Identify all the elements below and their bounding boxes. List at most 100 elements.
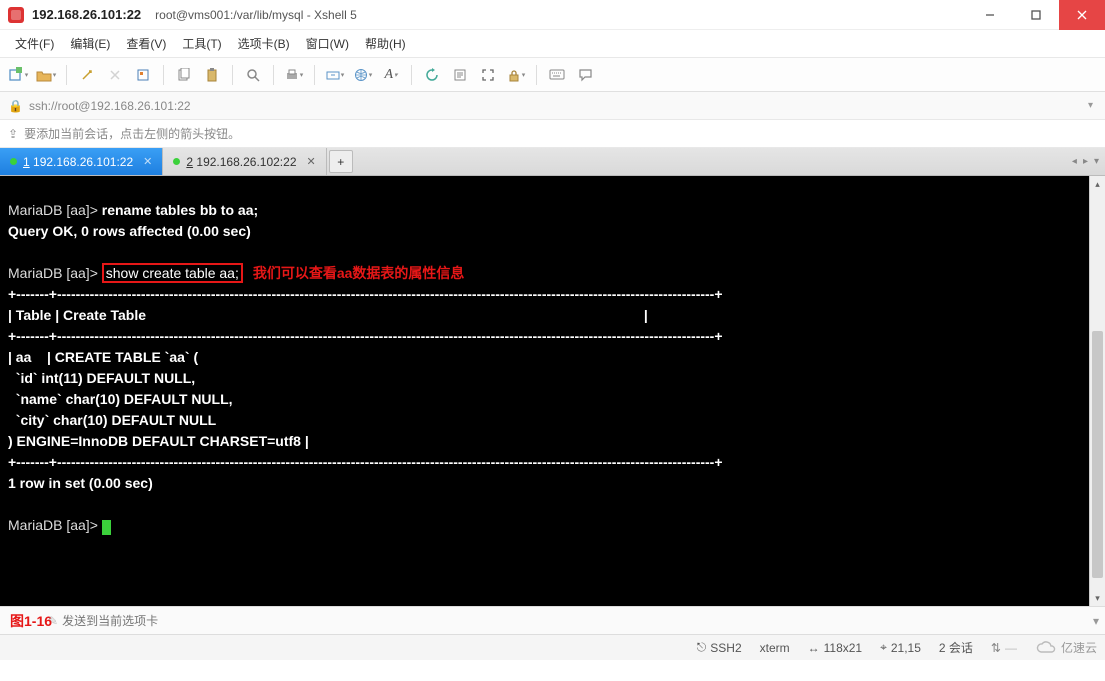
- term-line: +-------+-------------------------------…: [8, 328, 723, 344]
- tab1-label: 192.168.26.101:22: [33, 155, 133, 169]
- title-subtitle: root@vms001:/var/lib/mysql - Xshell 5: [155, 8, 357, 22]
- term-line: MariaDB [aa]>: [8, 202, 102, 218]
- hint-bar: ⇪ 要添加当前会话，点击左侧的箭头按钮。: [0, 120, 1105, 148]
- properties-button[interactable]: [131, 63, 155, 87]
- tab2-label: 192.168.26.102:22: [196, 155, 296, 169]
- toolbar: ▾ ▾ ▾ ▾ ▾ A▾ ▾: [0, 58, 1105, 92]
- paste-button[interactable]: [200, 63, 224, 87]
- tab-menu-icon[interactable]: ▾: [1094, 156, 1099, 167]
- scroll-thumb[interactable]: [1092, 331, 1103, 578]
- term-cmd: rename tables bb to aa;: [102, 202, 258, 218]
- tab1-index: 1: [23, 155, 30, 169]
- close-button[interactable]: [1059, 0, 1105, 30]
- scroll-track[interactable]: [1090, 192, 1105, 590]
- term-line: 1 row in set (0.00 sec): [8, 475, 153, 491]
- open-button[interactable]: ▾: [34, 63, 58, 87]
- menu-view[interactable]: 查看(V): [119, 31, 173, 56]
- address-dropdown[interactable]: ▾: [1084, 98, 1097, 113]
- lock-icon: 🔒: [8, 99, 23, 113]
- new-session-button[interactable]: ▾: [6, 63, 30, 87]
- menu-file[interactable]: 文件(F): [8, 31, 61, 56]
- refresh-button[interactable]: [420, 63, 444, 87]
- toolbar-sep: [273, 65, 274, 85]
- language-button[interactable]: ▾: [351, 63, 375, 87]
- menu-window[interactable]: 窗口(W): [299, 31, 356, 56]
- term-line: `id` int(11) DEFAULT NULL,: [8, 370, 195, 386]
- scroll-down-icon[interactable]: ▾: [1090, 590, 1105, 606]
- fullscreen-button[interactable]: [476, 63, 500, 87]
- chat-button[interactable]: [573, 63, 597, 87]
- highlighted-command: show create table aa;: [102, 263, 243, 283]
- find-button[interactable]: [241, 63, 265, 87]
- reconnect-button[interactable]: [75, 63, 99, 87]
- status-dot-icon: [10, 158, 17, 165]
- term-line: `city` char(10) DEFAULT NULL: [8, 412, 216, 428]
- position-icon: ⌖: [880, 640, 887, 655]
- term-line: | Table | Create Table |: [8, 307, 648, 323]
- tab-prev-icon[interactable]: ◂: [1072, 156, 1077, 167]
- minimize-button[interactable]: [967, 0, 1013, 30]
- toolbar-sep: [232, 65, 233, 85]
- toolbar-sep: [66, 65, 67, 85]
- keyboard-button[interactable]: [545, 63, 569, 87]
- app-logo: [8, 7, 24, 23]
- tab2-index: 2: [186, 155, 193, 169]
- tab-next-icon[interactable]: ▸: [1083, 156, 1088, 167]
- compose-dropdown-icon[interactable]: ▾: [1093, 614, 1099, 628]
- close-tab-icon[interactable]: ✕: [143, 155, 152, 168]
- terminal-wrapper: MariaDB [aa]> rename tables bb to aa; Qu…: [0, 176, 1105, 606]
- transfer-button[interactable]: ▾: [323, 63, 347, 87]
- scrollbar[interactable]: ▴ ▾: [1089, 176, 1105, 606]
- print-button[interactable]: ▾: [282, 63, 306, 87]
- compose-send-icon[interactable]: ✎: [48, 614, 58, 628]
- title-bar: 192.168.26.101:22 root@vms001:/var/lib/m…: [0, 0, 1105, 30]
- term-line: Query OK, 0 rows affected (0.00 sec): [8, 223, 251, 239]
- tab-nav: ◂ ▸ ▾: [1066, 148, 1105, 175]
- term-prompt: MariaDB [aa]>: [8, 517, 102, 533]
- maximize-button[interactable]: [1013, 0, 1059, 30]
- toolbar-sep: [536, 65, 537, 85]
- menu-help[interactable]: 帮助(H): [358, 31, 413, 56]
- brand-watermark: 亿速云: [1035, 639, 1097, 656]
- session-tab-2[interactable]: 2 192.168.26.102:22 ✕: [163, 148, 326, 175]
- menu-bar: 文件(F) 编辑(E) 查看(V) 工具(T) 选项卡(B) 窗口(W) 帮助(…: [0, 30, 1105, 58]
- close-tab-icon[interactable]: ✕: [307, 155, 316, 168]
- status-bar: ⎋SSH2 xterm ↔118x21 ⌖21,15 2 会话 ⇅ — 亿速云: [0, 634, 1105, 660]
- term-line: ) ENGINE=InnoDB DEFAULT CHARSET=utf8 |: [8, 433, 309, 449]
- address-bar: 🔒 ssh://root@192.168.26.101:22 ▾: [0, 92, 1105, 120]
- status-arrows[interactable]: ⇅ —: [991, 641, 1017, 655]
- script-button[interactable]: [448, 63, 472, 87]
- compose-input[interactable]: [62, 614, 1089, 628]
- figure-label: 图1-16: [10, 611, 52, 631]
- scroll-up-icon[interactable]: ▴: [1090, 176, 1105, 192]
- window-controls: [967, 0, 1105, 30]
- link-icon: ⎋: [697, 640, 707, 655]
- copy-button[interactable]: [172, 63, 196, 87]
- term-line: `name` char(10) DEFAULT NULL,: [8, 391, 233, 407]
- cloud-icon: [1035, 641, 1057, 655]
- annotation-text: 我们可以查看aa数据表的属性信息: [253, 265, 465, 281]
- session-tab-1[interactable]: 1 192.168.26.101:22 ✕: [0, 148, 163, 175]
- menu-edit[interactable]: 编辑(E): [63, 31, 117, 56]
- status-dot-icon: [173, 158, 180, 165]
- menu-tabs[interactable]: 选项卡(B): [231, 31, 297, 56]
- status-cursor: ⌖21,15: [880, 640, 921, 655]
- disconnect-button[interactable]: [103, 63, 127, 87]
- resize-icon: ↔: [808, 641, 820, 655]
- arrow-tip-icon[interactable]: ⇪: [8, 127, 18, 141]
- term-line: +-------+-------------------------------…: [8, 286, 723, 302]
- toolbar-sep: [411, 65, 412, 85]
- cursor-icon: [102, 520, 111, 535]
- terminal-output[interactable]: MariaDB [aa]> rename tables bb to aa; Qu…: [0, 176, 1105, 606]
- term-line: MariaDB [aa]>: [8, 265, 102, 281]
- menu-tools[interactable]: 工具(T): [175, 31, 228, 56]
- font-button[interactable]: A▾: [379, 63, 403, 87]
- compose-bar: 图1-16 ✎ ▾: [0, 606, 1105, 634]
- tab-bar: 1 192.168.26.101:22 ✕ 2 192.168.26.102:2…: [0, 148, 1105, 176]
- address-url[interactable]: ssh://root@192.168.26.101:22: [29, 99, 1078, 113]
- lock-button[interactable]: ▾: [504, 63, 528, 87]
- title-ip: 192.168.26.101:22: [32, 7, 141, 22]
- toolbar-sep: [163, 65, 164, 85]
- new-tab-button[interactable]: +: [329, 150, 353, 173]
- toolbar-sep: [314, 65, 315, 85]
